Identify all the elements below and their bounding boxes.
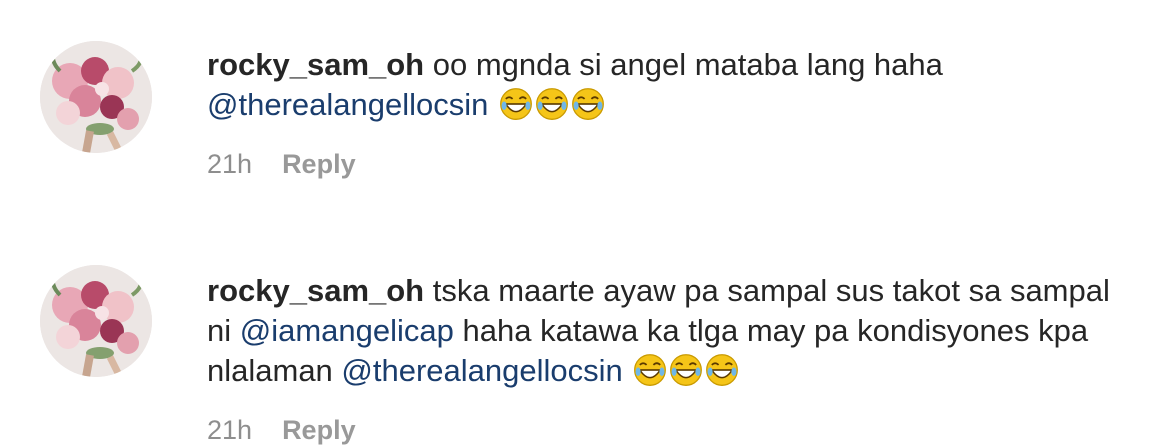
laughing-emoji-icon [633,353,667,387]
comment-username[interactable]: rocky_sam_oh [207,273,424,308]
reply-button[interactable]: Reply [282,149,356,179]
comment-username[interactable]: rocky_sam_oh [207,47,424,82]
comment-meta: 21h Reply [207,414,356,446]
comment-mention[interactable]: @therealangellocsin [341,353,622,388]
laughing-emoji-icon [705,353,739,387]
comment-timestamp: 21h [207,149,253,179]
laughing-emoji-icon [571,87,605,121]
comment-mention[interactable]: @therealangellocsin [207,87,488,122]
comment-text: oo mgnda si angel mataba lang haha [424,47,943,82]
avatar[interactable] [40,41,152,153]
laughing-emoji-icon [499,87,533,121]
comment-timestamp: 21h [207,415,253,445]
avatar-flowers-image [40,265,152,377]
reply-button[interactable]: Reply [282,415,356,445]
laughing-emoji-icon [669,353,703,387]
comment-mention[interactable]: @iamangelicap [240,313,454,348]
laughing-emoji-icon [535,87,569,121]
comment-body: rocky_sam_oh oo mgnda si angel mataba la… [207,45,1127,125]
avatar-flowers-image [40,41,152,153]
comment-meta: 21h Reply [207,148,356,180]
avatar[interactable] [40,265,152,377]
comment-body: rocky_sam_oh tska maarte ayaw pa sampal … [207,271,1127,391]
